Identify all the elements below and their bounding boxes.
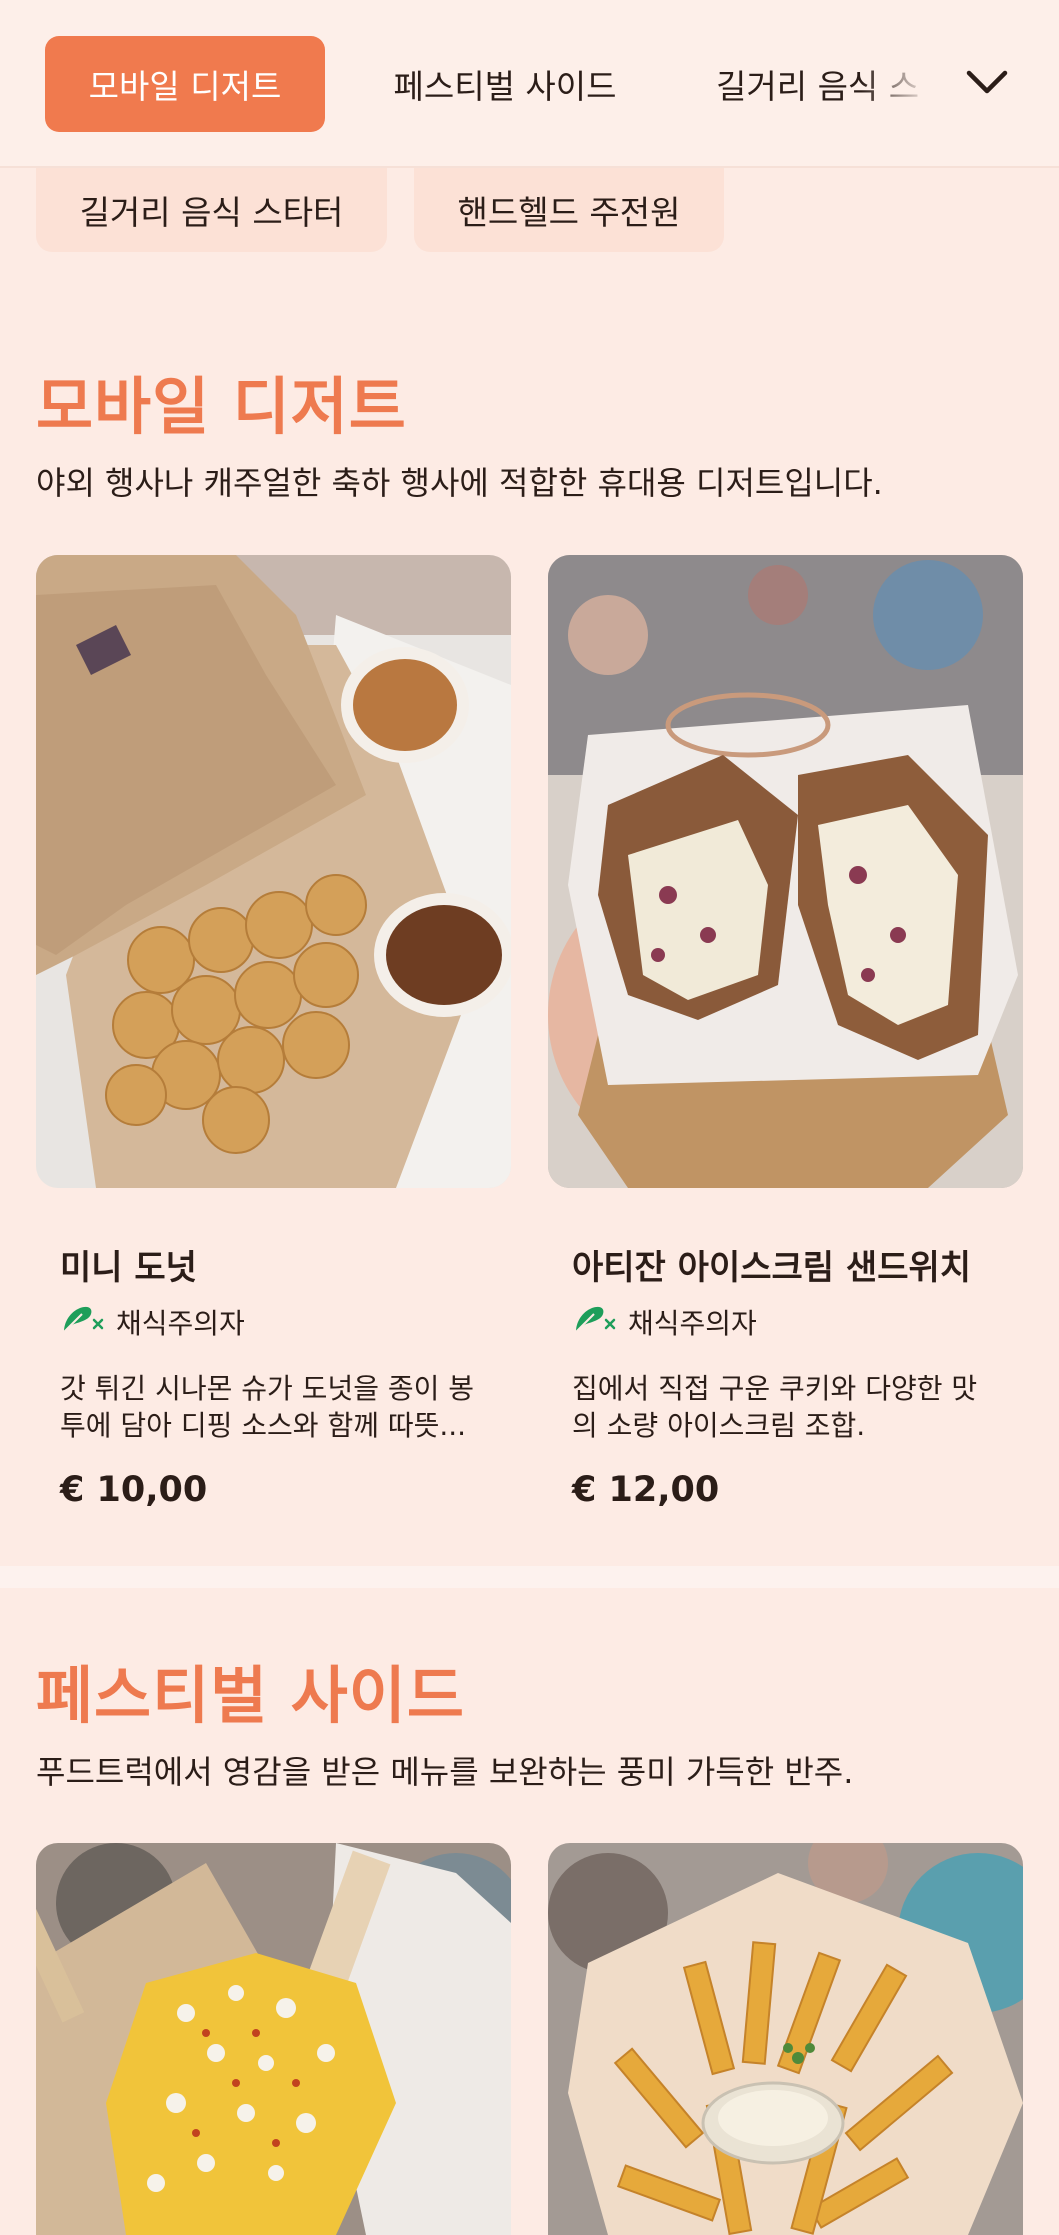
- item-description: 갓 튀긴 시나몬 슈가 도넛을 종이 봉 투에 담아 디핑 소스와 함께 따뜻.…: [60, 1370, 490, 1444]
- item-name-ice-cream-sandwich: 아티잔 아이스크림 샌드위치: [572, 1248, 972, 1288]
- tab-festival-sides[interactable]: 페스티벌 사이드: [380, 36, 630, 132]
- tab-street-food[interactable]: 길거리 음식 스: [716, 36, 931, 132]
- diet-tag: 채식주의자: [572, 1300, 757, 1343]
- mini-donuts-photo[interactable]: [36, 555, 511, 1188]
- item-price: € 12,00: [572, 1470, 720, 1510]
- vegetarian-icon: [60, 1300, 104, 1343]
- section-title-mobile-desserts: 모바일 디저트: [36, 370, 407, 443]
- section-divider: [0, 1566, 1059, 1588]
- tab-mobile-desserts[interactable]: 모바일 디저트: [45, 36, 325, 132]
- ice-cream-sandwich-photo[interactable]: [548, 555, 1023, 1188]
- item-description-line: 갓 튀긴 시나몬 슈가 도넛을 종이 봉: [60, 1372, 475, 1405]
- item-description-line: 투에 담아 디핑 소스와 함께 따뜻...: [60, 1409, 467, 1442]
- section-description-festival-sides: 푸드트럭에서 영감을 받은 메뉴를 보완하는 풍미 가득한 반주.: [36, 1753, 854, 1791]
- item-description-line: 의 소량 아이스크림 조합.: [572, 1409, 866, 1442]
- tab-fade-overlay: [861, 36, 931, 132]
- street-corn-photo[interactable]: [36, 1843, 511, 2235]
- vegetarian-icon: [572, 1300, 616, 1343]
- item-description: 집에서 직접 구운 쿠키와 다양한 맛 의 소량 아이스크림 조합.: [572, 1370, 1002, 1444]
- item-name-mini-donuts: 미니 도넛: [60, 1248, 197, 1288]
- item-description-line: 집에서 직접 구운 쿠키와 다양한 맛: [572, 1372, 978, 1405]
- chevron-down-icon[interactable]: [962, 60, 1012, 104]
- diet-tag: 채식주의자: [60, 1300, 245, 1343]
- category-tab-bar: 모바일 디저트 페스티벌 사이드 길거리 음식 스: [0, 0, 1059, 168]
- diet-label: 채식주의자: [628, 1306, 757, 1340]
- item-price: € 10,00: [60, 1470, 208, 1510]
- chip-handheld-mains[interactable]: 핸드헬드 주전원: [414, 168, 724, 252]
- loaded-fries-photo[interactable]: [548, 1843, 1023, 2235]
- section-title-festival-sides: 페스티벌 사이드: [36, 1659, 465, 1732]
- chip-street-food-starters[interactable]: 길거리 음식 스타터: [36, 168, 387, 252]
- diet-label: 채식주의자: [116, 1306, 245, 1340]
- section-description-mobile-desserts: 야외 행사나 캐주얼한 축하 행사에 적합한 휴대용 디저트입니다.: [36, 464, 883, 502]
